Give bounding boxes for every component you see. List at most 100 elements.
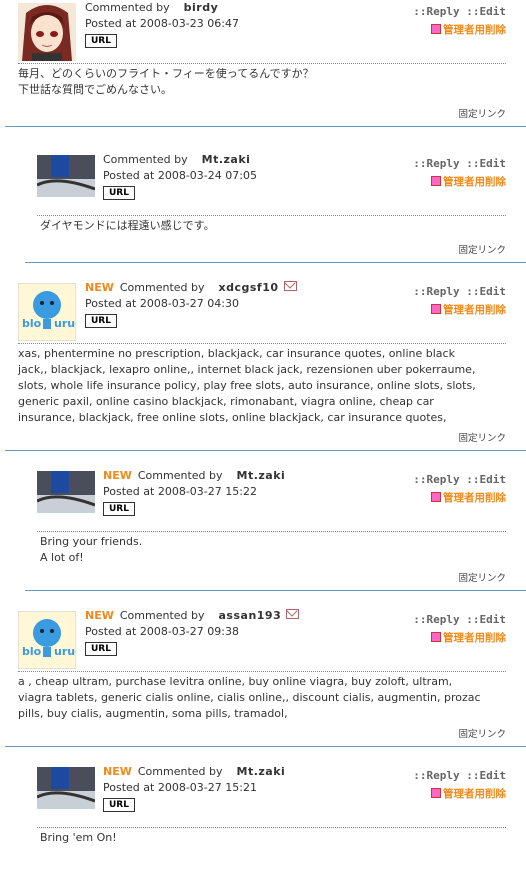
url-button[interactable]: URL (85, 34, 117, 48)
comment-meta: NEW Commented by assan193 Posted at 2008-0… (85, 608, 300, 656)
admin-delete-link[interactable]: 管理者用削除 (413, 629, 506, 647)
body-line: pills, buy cialis, augmentin, soma pills… (18, 707, 288, 720)
author-name: xdcgsf10 (218, 281, 279, 294)
reply-link[interactable]: ::Reply (413, 5, 459, 18)
post-date: 2008-03-24 07:05 (157, 169, 257, 182)
comment-separator (5, 746, 526, 747)
comment-actions: ::Reply ::Edit 管理者用削除 (413, 3, 506, 39)
comment: blo uru NEW Commented by xdcgsf10 Posted at… (0, 275, 526, 451)
delete-icon (431, 788, 441, 798)
edit-link[interactable]: ::Edit (466, 5, 506, 18)
comment-separator (25, 262, 526, 263)
comment-separator (5, 450, 526, 451)
admin-delete-link[interactable]: 管理者用削除 (413, 301, 506, 319)
admin-delete-label: 管理者用削除 (443, 492, 506, 504)
avatar-photo[interactable] (37, 767, 95, 825)
delete-icon (431, 492, 441, 502)
delete-icon (431, 304, 441, 314)
commented-by-label: Commented by (137, 765, 223, 778)
body-line: Bring 'em On! (40, 831, 117, 844)
comment-meta: Commented by birdy Posted at 2008-03-23 0… (85, 0, 239, 48)
comment-meta: NEW Commented by Mt.zaki Posted at 2008-03… (103, 764, 285, 812)
commented-by-label: Commented by (119, 609, 205, 622)
url-button[interactable]: URL (103, 502, 135, 516)
commented-by-label: Commented by (137, 469, 223, 482)
comment: Commented by Mt.zaki Posted at 2008-03-24… (25, 147, 526, 263)
permalink[interactable]: 固定リンク (0, 426, 506, 450)
edit-link[interactable]: ::Edit (466, 769, 506, 782)
delete-icon (431, 176, 441, 186)
url-button[interactable]: URL (85, 642, 117, 656)
comment-meta: NEW Commented by Mt.zaki Posted at 2008-03… (103, 468, 285, 516)
comment-actions: ::Reply ::Edit 管理者用削除 (413, 283, 506, 319)
admin-delete-link[interactable]: 管理者用削除 (413, 173, 506, 191)
posted-at-label: Posted at (85, 297, 137, 310)
mail-icon[interactable] (283, 281, 297, 291)
post-date: 2008-03-27 04:30 (139, 297, 239, 310)
avatar-anime[interactable] (18, 3, 76, 61)
url-button[interactable]: URL (103, 798, 135, 812)
avatar-bloguru[interactable]: blo uru (18, 611, 76, 669)
permalink[interactable]: 固定リンク (0, 722, 506, 746)
body-line: Bring your friends. (40, 535, 143, 548)
edit-link[interactable]: ::Edit (466, 473, 506, 486)
reply-link[interactable]: ::Reply (413, 473, 459, 486)
comment-meta: Commented by Mt.zaki Posted at 2008-03-24… (103, 152, 257, 200)
comment-meta: NEW Commented by xdcgsf10 Posted at 2008-0… (85, 280, 297, 328)
commented-by-label: Commented by (85, 1, 170, 14)
permalink[interactable]: 固定リンク (25, 234, 506, 262)
reply-link[interactable]: ::Reply (413, 285, 459, 298)
svg-text:uru: uru (54, 645, 75, 658)
svg-text:blo: blo (22, 317, 42, 330)
avatar-photo[interactable] (37, 155, 95, 213)
comment: Commented by birdy Posted at 2008-03-23 0… (0, 0, 526, 127)
comment-actions: ::Reply ::Edit 管理者用削除 (413, 767, 506, 803)
avatar-photo[interactable] (37, 471, 95, 529)
mail-icon[interactable] (286, 609, 300, 619)
commented-by-label: Commented by (119, 281, 205, 294)
author-name: Mt.zaki (201, 153, 251, 166)
author-name: birdy (183, 1, 219, 14)
edit-link[interactable]: ::Edit (466, 157, 506, 170)
new-badge: NEW (103, 765, 132, 778)
new-badge: NEW (85, 609, 114, 622)
permalink[interactable]: 固定リンク (25, 566, 506, 590)
post-date: 2008-03-23 06:47 (139, 17, 239, 30)
body-line: jack,, blackjack, lexapro online,, inter… (18, 363, 476, 376)
body-line: 毎月、どのくらいのフライト・フィーを使ってるんですか？ (18, 67, 314, 80)
url-button[interactable]: URL (103, 186, 135, 200)
comment: NEW Commented by Mt.zaki Posted at 2008-03… (25, 759, 526, 846)
new-badge: NEW (103, 469, 132, 482)
admin-delete-label: 管理者用削除 (443, 788, 506, 800)
body-line: viagra tablets, generic cialis online, c… (18, 691, 481, 704)
comment-body: xas, phentermine no prescription, blackj… (0, 344, 526, 426)
svg-text:blo: blo (22, 645, 42, 658)
comment-body: a , cheap ultram, purchase levitra onlin… (0, 672, 526, 722)
author-name: Mt.zaki (236, 469, 286, 482)
url-button[interactable]: URL (85, 314, 117, 328)
admin-delete-link[interactable]: 管理者用削除 (413, 21, 506, 39)
posted-at-label: Posted at (103, 485, 155, 498)
reply-link[interactable]: ::Reply (413, 769, 459, 782)
post-date: 2008-03-27 15:22 (157, 485, 257, 498)
admin-delete-link[interactable]: 管理者用削除 (413, 489, 506, 507)
avatar-bloguru[interactable]: blo uru (18, 283, 76, 341)
comment-actions: ::Reply ::Edit 管理者用削除 (413, 471, 506, 507)
admin-delete-label: 管理者用削除 (443, 24, 506, 36)
edit-link[interactable]: ::Edit (466, 613, 506, 626)
comment-body: ダイヤモンドには程遠い感じです。 (25, 216, 526, 234)
reply-link[interactable]: ::Reply (413, 613, 459, 626)
admin-delete-label: 管理者用削除 (443, 176, 506, 188)
permalink[interactable]: 固定リンク (0, 98, 506, 126)
post-date: 2008-03-27 09:38 (139, 625, 239, 638)
delete-icon (431, 24, 441, 34)
commented-by-label: Commented by (103, 153, 188, 166)
edit-link[interactable]: ::Edit (466, 285, 506, 298)
body-line: a , cheap ultram, purchase levitra onlin… (18, 675, 453, 688)
body-line: generic paxil, online casino blackjack, … (18, 395, 434, 408)
author-name: Mt.zaki (236, 765, 286, 778)
admin-delete-link[interactable]: 管理者用削除 (413, 785, 506, 803)
reply-link[interactable]: ::Reply (413, 157, 459, 170)
admin-delete-label: 管理者用削除 (443, 632, 506, 644)
body-line: 下世話な質問でごめんなさい。 (18, 83, 172, 96)
